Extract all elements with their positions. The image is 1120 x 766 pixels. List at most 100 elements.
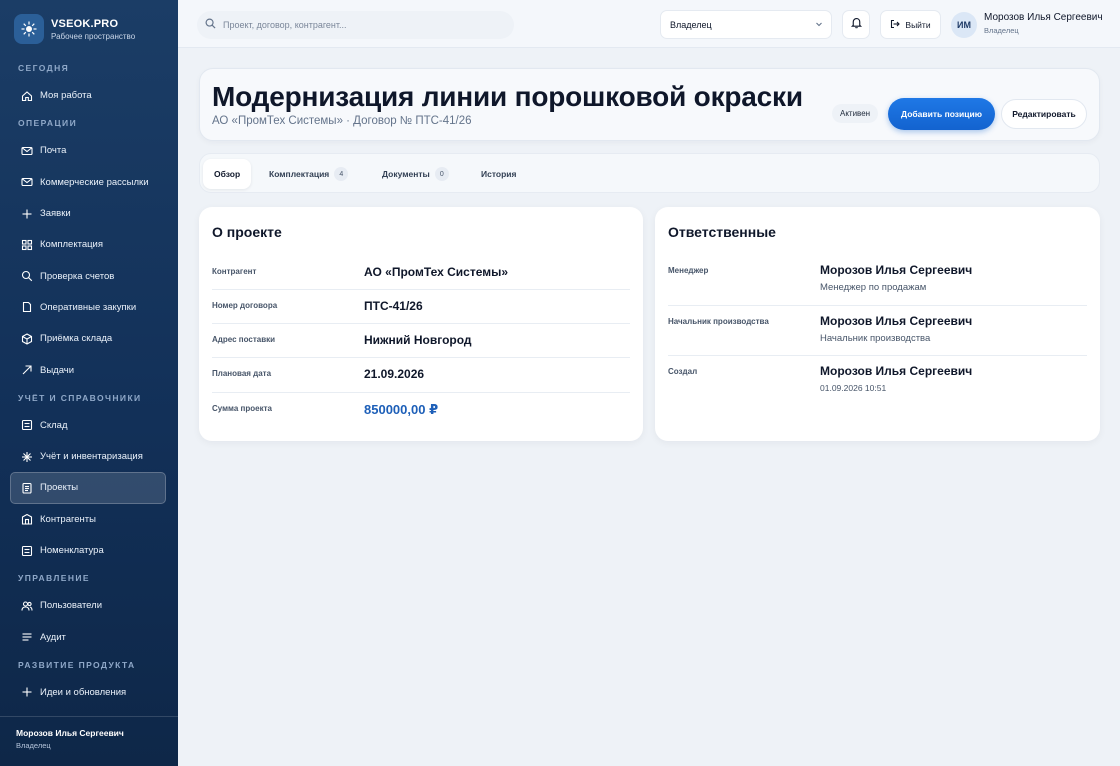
sidebar-item-label: Учёт и инвентаризация [40, 451, 143, 463]
sidebar-item-audit[interactable]: Аудит [0, 621, 178, 652]
document-icon [20, 301, 33, 314]
logo-icon [14, 14, 44, 44]
user-name: Морозов Илья Сергеевич [984, 12, 1103, 23]
person-detail: Менеджер по продажам [820, 282, 927, 293]
logout-label: Выйти [905, 19, 931, 30]
nav-section-today: СЕГОДНЯ [18, 63, 70, 73]
tab-count: 4 [334, 167, 349, 181]
sidebar-item-counterparties[interactable]: Контрагенты [0, 504, 178, 535]
bell-icon [850, 16, 863, 34]
clipboard-icon [20, 481, 33, 494]
info-label: Номер договора [212, 301, 278, 310]
side-nav: СЕГОДНЯ Моя работа ОПЕРАЦИИ Почта Коммер… [0, 56, 178, 708]
sidebar-item-kits[interactable]: Комплектация [0, 229, 178, 260]
person-detail: Начальник производства [820, 333, 931, 344]
sidebar-item-label: Коммерческие рассылки [40, 176, 149, 188]
info-label: Адрес поставки [212, 335, 276, 344]
project-header: Модернизация линии порошковой окраски АО… [199, 68, 1100, 141]
user-info[interactable]: Морозов Илья Сергеевич Владелец [984, 12, 1103, 35]
tab-label: Документы [382, 169, 430, 179]
tab-documents[interactable]: Документы 0 [382, 159, 449, 189]
chevron-down-icon [815, 20, 823, 30]
brand-subtitle: Рабочее пространство [51, 31, 136, 41]
sidebar-item-mail[interactable]: Почта [0, 135, 178, 166]
person-name: Морозов Илья Сергеевич [820, 314, 973, 328]
sidebar-item-label: Моя работа [40, 90, 92, 102]
info-label: Контрагент [212, 267, 257, 276]
list-icon [20, 544, 33, 557]
role-select-value: Владелец [670, 19, 712, 30]
sidebar-item-label: Приёмка склада [40, 333, 113, 345]
sidebar-user[interactable]: Морозов Илья Сергеевич Владелец [0, 716, 178, 766]
person: Морозов Илья Сергеевич Начальник произво… [820, 314, 972, 344]
nav-section-operations: ОПЕРАЦИИ [18, 118, 78, 129]
sidebar-item-users[interactable]: Пользователи [0, 590, 178, 621]
add-position-button[interactable]: Добавить позицию [888, 98, 995, 130]
nav-section-accounting: УЧЁТ И СПРАВОЧНИКИ [18, 392, 142, 403]
search-icon [20, 270, 33, 283]
sidebar-item-mailings[interactable]: Коммерческие рассылки [0, 167, 178, 198]
search-input[interactable] [223, 20, 503, 30]
users-icon [20, 599, 33, 612]
nav-section-product: РАЗВИТИЕ ПРОДУКТА [18, 659, 136, 670]
divider [668, 355, 1087, 356]
list-icon [20, 419, 33, 432]
tab-label: История [481, 169, 517, 179]
info-label: Создал [668, 367, 698, 376]
sidebar-item-inventory[interactable]: Учёт и инвентаризация [0, 441, 178, 472]
person-name: Морозов Илья Сергеевич [820, 364, 973, 378]
grid-icon [20, 238, 33, 251]
divider [668, 305, 1087, 306]
role-select[interactable]: Владелец [660, 10, 832, 39]
person: Морозов Илья Сергеевич 01.09.2026 10:51 [820, 364, 972, 393]
tab-count: 0 [434, 167, 449, 181]
logout-icon [890, 19, 905, 31]
edit-button[interactable]: Редактировать [1001, 99, 1087, 129]
notifications-button[interactable] [842, 10, 870, 39]
sidebar-item-label: Аудит [40, 631, 66, 643]
tab-kits[interactable]: Комплектация 4 [269, 159, 349, 189]
sidebar-item-my-work[interactable]: Моя работа [0, 80, 178, 111]
sidebar-item-warehouse[interactable]: Склад [0, 410, 178, 441]
info-label: Сумма проекта [212, 404, 272, 413]
page-subtitle: АО «ПромТех Системы» · Договор № ПТС-41/… [212, 115, 472, 127]
building-icon [20, 513, 33, 526]
sidebar-item-warehouse-receipt[interactable]: Приёмка склада [0, 323, 178, 354]
logout-button[interactable]: Выйти [880, 10, 941, 39]
sidebar-item-ideas[interactable]: Идеи и обновления [0, 677, 178, 708]
person: Морозов Илья Сергеевич Менеджер по прода… [820, 263, 972, 293]
topbar: Владелец Выйти ИМ Морозов Илья Сергеевич… [178, 0, 1120, 48]
info-value: АО «ПромТех Системы» [364, 265, 509, 279]
mail-icon [20, 144, 33, 157]
avatar[interactable]: ИМ [951, 12, 977, 38]
sidebar-item-label: Номенклатура [40, 545, 104, 556]
menu-icon [20, 631, 33, 644]
divider [212, 357, 630, 358]
sidebar-item-label: Почта [40, 145, 67, 157]
tab-label: Комплектация [269, 169, 330, 179]
tab-overview[interactable]: Обзор [203, 159, 252, 189]
sidebar-item-nomenclature[interactable]: Номенклатура [0, 535, 178, 566]
user-role: Владелец [984, 26, 1019, 35]
info-value: 21.09.2026 [364, 367, 425, 381]
info-label: Начальник производства [668, 317, 769, 326]
sidebar-item-projects[interactable]: Проекты [10, 472, 166, 504]
search-icon [205, 16, 216, 34]
responsible-card: Ответственные Менеджер Морозов Илья Серг… [655, 207, 1100, 441]
search-box[interactable] [197, 11, 514, 39]
sidebar-item-requests[interactable]: Заявки [0, 198, 178, 229]
info-value: ПТС-41/26 [364, 299, 423, 313]
tabs: Обзор Комплектация 4 Документы 0 История [199, 153, 1100, 193]
sidebar: VSEOK.PRO Рабочее пространство СЕГОДНЯ М… [0, 0, 178, 766]
sidebar-user-role: Владелец [16, 741, 51, 750]
tab-history[interactable]: История [481, 159, 516, 189]
sidebar-item-invoice-check[interactable]: Проверка счетов [0, 260, 178, 291]
brand[interactable]: VSEOK.PRO Рабочее пространство [14, 14, 135, 44]
brand-name: VSEOK.PRO [51, 17, 119, 30]
sidebar-item-purchases[interactable]: Оперативные закупки [0, 292, 178, 323]
sidebar-item-issues[interactable]: Выдачи [0, 354, 178, 385]
status-badge: Активен [832, 104, 879, 123]
nav-section-management: УПРАВЛЕНИЕ [18, 573, 90, 584]
card-title: О проекте [212, 224, 282, 240]
sidebar-item-label: Идеи и обновления [40, 686, 127, 698]
